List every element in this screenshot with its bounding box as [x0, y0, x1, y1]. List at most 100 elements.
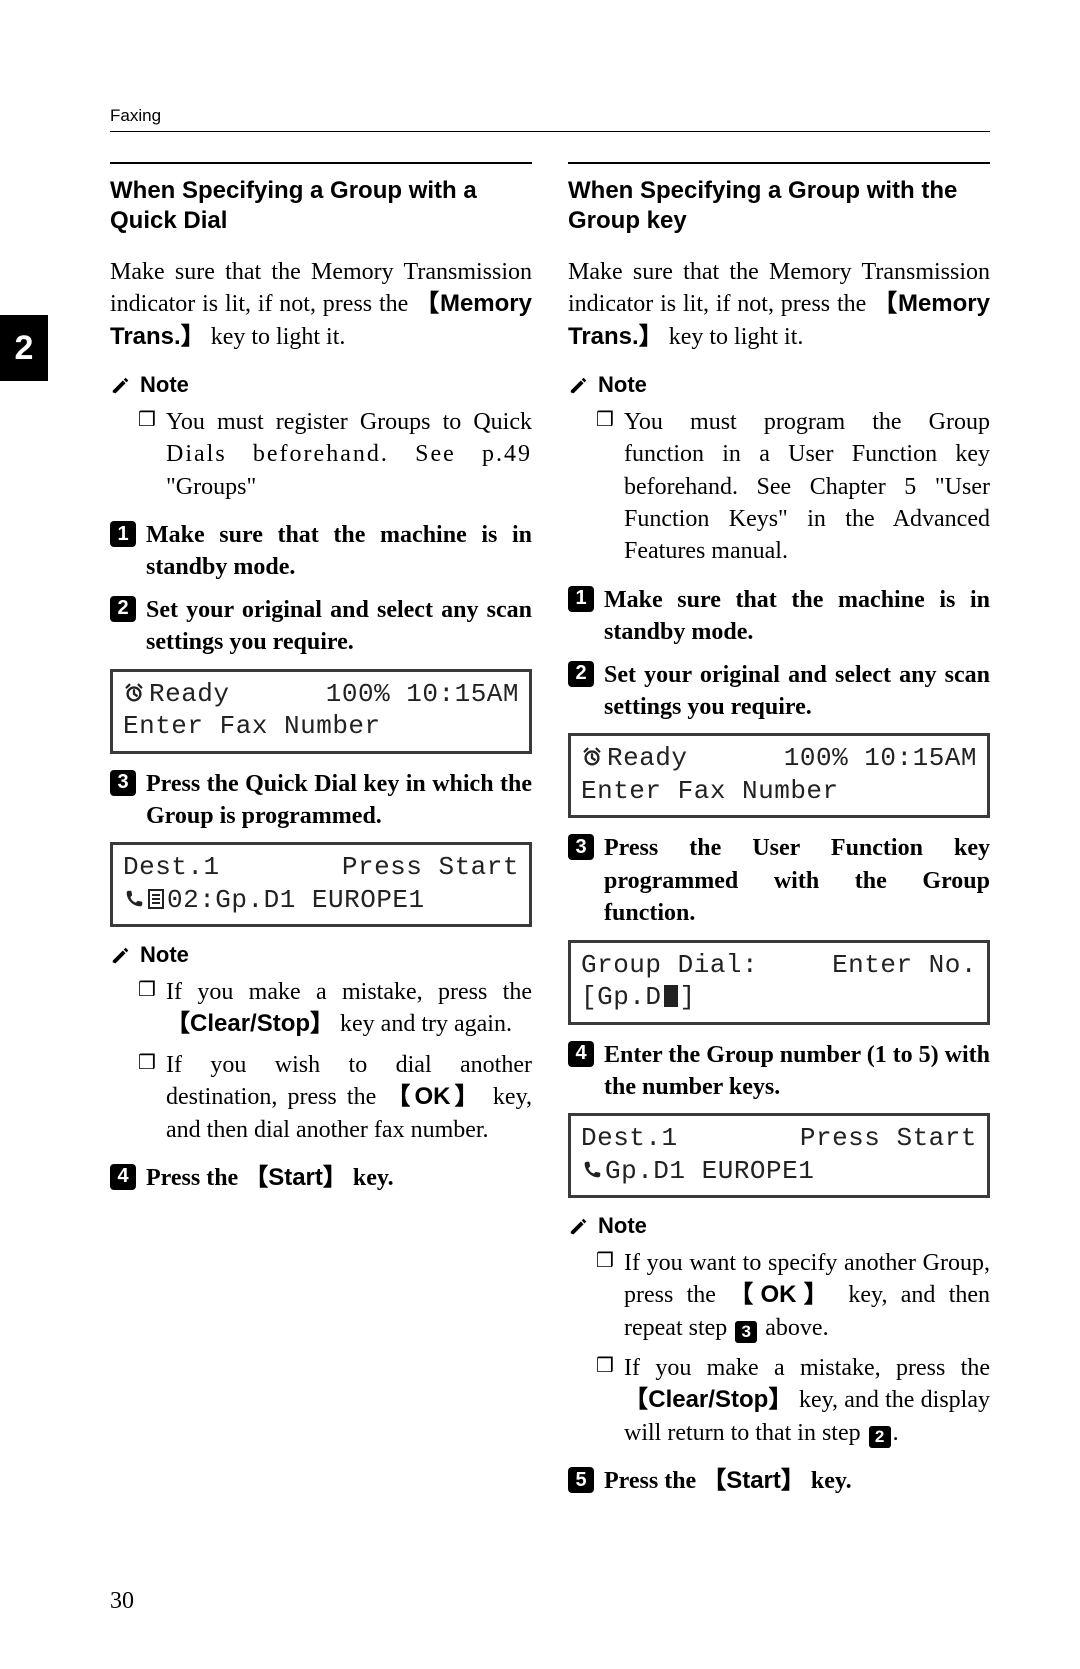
lcd-row: Enter Fax Number [581, 775, 977, 808]
text: key. [805, 1468, 852, 1494]
step-4: 4 Enter the Group number (1 to 5) with t… [568, 1039, 990, 1104]
pencil-icon [110, 375, 132, 397]
lcd-row: Dest.1 Press Start [581, 1122, 977, 1155]
step-text: Set your original and select any scan se… [146, 594, 532, 659]
intro-paragraph: Make sure that the Memory Transmission i… [110, 256, 532, 353]
text: . [893, 1420, 899, 1446]
step-ref-icon: 2 [869, 1426, 891, 1448]
chapter-tab: 2 [0, 315, 48, 381]
step-number-icon: 4 [568, 1041, 594, 1067]
text: If you make a mistake, press the [166, 979, 532, 1005]
step-5: 5 Press the Start key. [568, 1465, 990, 1497]
step-text: Make sure that the machine is in standby… [146, 519, 532, 584]
text: key. [347, 1165, 394, 1191]
step-number-icon: 2 [110, 596, 136, 622]
text: key to light it. [205, 324, 346, 350]
step-2: 2 Set your original and select any scan … [110, 594, 532, 659]
start-key: Start [702, 1467, 805, 1494]
note-item: If you make a mistake, press the Clear/S… [138, 976, 532, 1041]
note-list: You must register Groups to Quick Dials … [110, 406, 532, 503]
lcd-text: Gp.D1 EUROPE1 [581, 1155, 814, 1188]
phone-icon [123, 887, 145, 909]
phone-icon [581, 1158, 603, 1180]
note-item: If you make a mistake, press the Clear/S… [596, 1352, 990, 1449]
note-item: You must register Groups to Quick Dials … [138, 406, 532, 503]
alarm-icon [123, 682, 145, 704]
manual-page: Faxing 2 When Specifying a Group with a … [0, 0, 1080, 1669]
lcd-text: Dest.1 [581, 1122, 678, 1155]
step-3: 3 Press the Quick Dial key in which the … [110, 768, 532, 833]
lcd-display: Ready 100% 10:15AM Enter Fax Number [110, 669, 532, 754]
step-text: Enter the Group number (1 to 5) with the… [604, 1039, 990, 1104]
note-label: Note [598, 371, 647, 400]
lcd-row: Dest.1 Press Start [123, 851, 519, 884]
note-item: You must program the Group function in a… [596, 406, 990, 568]
lcd-text: Ready [581, 742, 688, 775]
left-column: When Specifying a Group with a Quick Dia… [110, 162, 532, 1508]
subhead-rule [110, 162, 532, 164]
step-text: Press the Start key. [604, 1465, 990, 1497]
text: Dials beforehand. See p.49 [166, 441, 532, 467]
lcd-row: [Gp.D] [581, 981, 977, 1014]
text: You must register Groups to Quick [166, 409, 532, 435]
step-text: Press the User Function key programmed w… [604, 832, 990, 929]
step-number-icon: 5 [568, 1467, 594, 1493]
lcd-text: Enter Fax Number [123, 710, 381, 743]
lcd-text: 100% 10:15AM [784, 742, 977, 775]
lcd-row: Ready 100% 10:15AM [581, 742, 977, 775]
page-number: 30 [110, 1586, 134, 1617]
subheading: When Specifying a Group with a Quick Dia… [110, 176, 532, 236]
note-item: If you wish to dial another destination,… [138, 1049, 532, 1146]
pencil-icon [110, 945, 132, 967]
text: "Groups" [166, 474, 256, 500]
lcd-display: Dest.1 Press Start 02:Gp.D1 EUROPE1 [110, 842, 532, 927]
text: If you make a mistake, press the [624, 1355, 990, 1381]
note-list: If you want to specify another Group, pr… [568, 1247, 990, 1449]
text: above. [759, 1315, 828, 1341]
lcd-text: 100% 10:15AM [326, 678, 519, 711]
step-3: 3 Press the User Function key programmed… [568, 832, 990, 929]
lcd-text: Group Dial: [581, 949, 758, 982]
lcd-row: Gp.D1 EUROPE1 [581, 1155, 977, 1188]
note-heading: Note [568, 371, 990, 400]
note-label: Note [598, 1212, 647, 1241]
cursor-icon [664, 985, 678, 1007]
clear-stop-key: Clear/Stop [166, 1010, 334, 1037]
step-number-icon: 3 [568, 834, 594, 860]
lcd-text: Press Start [800, 1122, 977, 1155]
text: Press the [604, 1468, 702, 1494]
subhead-rule [568, 162, 990, 164]
running-header: Faxing [110, 105, 990, 127]
lcd-text: Press Start [342, 851, 519, 884]
step-1: 1 Make sure that the machine is in stand… [110, 519, 532, 584]
text: key and try again. [334, 1011, 512, 1037]
lcd-text: Enter No. [832, 949, 977, 982]
step-number-icon: 4 [110, 1164, 136, 1190]
intro-paragraph: Make sure that the Memory Transmission i… [568, 256, 990, 353]
pencil-icon [568, 1216, 590, 1238]
step-number-icon: 1 [110, 521, 136, 547]
lcd-text: 02:Gp.D1 EUROPE1 [123, 884, 425, 917]
note-heading: Note [110, 371, 532, 400]
step-number-icon: 1 [568, 586, 594, 612]
lcd-row: Ready 100% 10:15AM [123, 678, 519, 711]
lcd-row: Group Dial: Enter No. [581, 949, 977, 982]
step-number-icon: 2 [568, 661, 594, 687]
step-1: 1 Make sure that the machine is in stand… [568, 584, 990, 649]
note-label: Note [140, 371, 189, 400]
text: Press the [146, 1165, 244, 1191]
step-number-icon: 3 [110, 770, 136, 796]
lcd-display: Dest.1 Press Start Gp.D1 EUROPE1 [568, 1113, 990, 1198]
text: key to light it. [663, 324, 804, 350]
lcd-row: 02:Gp.D1 EUROPE1 [123, 884, 519, 917]
start-key: Start [244, 1164, 347, 1191]
right-column: When Specifying a Group with the Group k… [568, 162, 990, 1508]
lcd-text: Dest.1 [123, 851, 220, 884]
note-list: If you make a mistake, press the Clear/S… [110, 976, 532, 1146]
pencil-icon [568, 375, 590, 397]
step-4: 4 Press the Start key. [110, 1162, 532, 1194]
alarm-icon [581, 746, 603, 768]
step-text: Press the Start key. [146, 1162, 532, 1194]
note-item: If you want to specify another Group, pr… [596, 1247, 990, 1344]
note-label: Note [140, 941, 189, 970]
